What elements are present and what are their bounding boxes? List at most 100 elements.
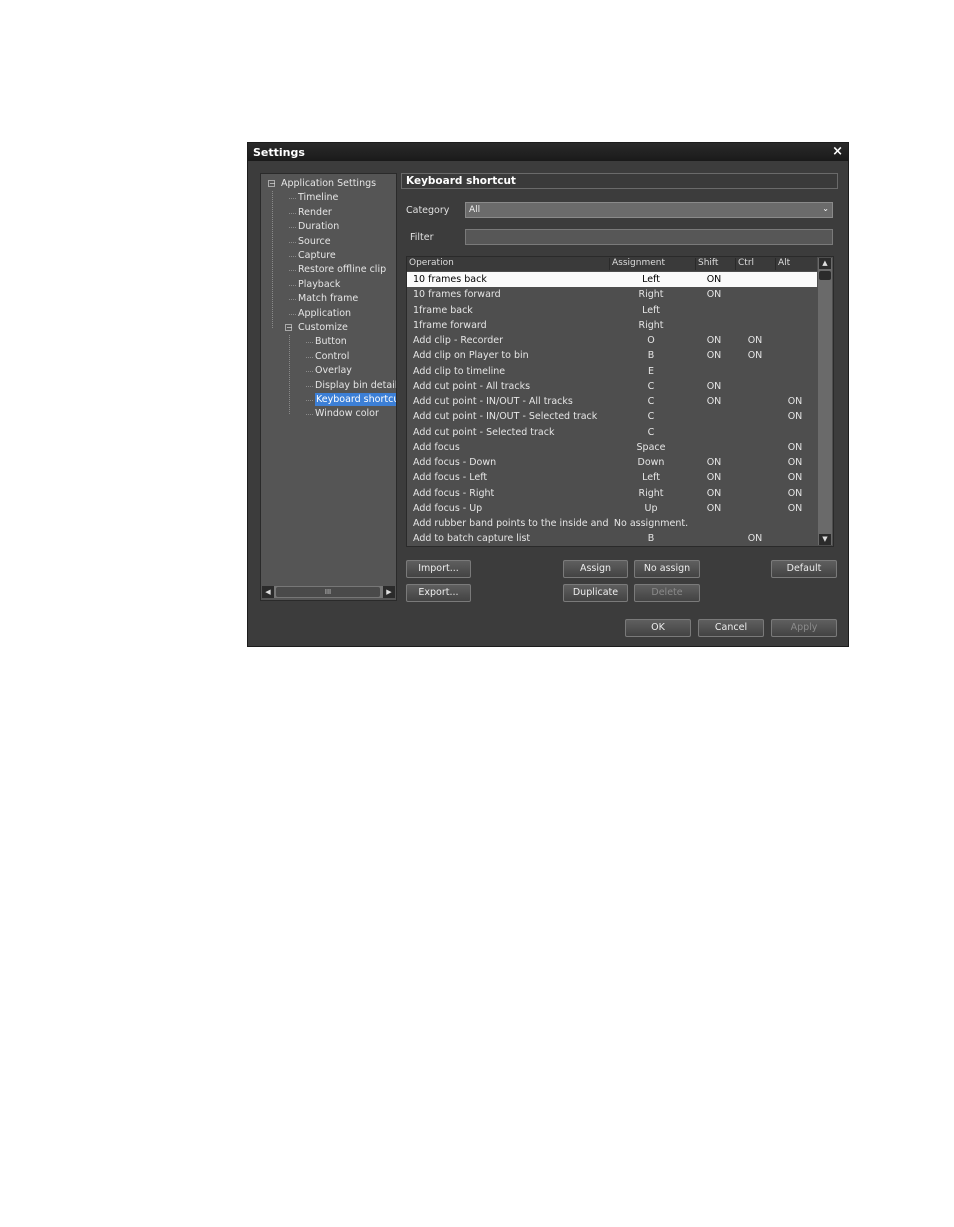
- tree-connector: [289, 198, 296, 200]
- category-select[interactable]: All ⌄: [465, 202, 833, 218]
- cell-alt: ON: [787, 457, 803, 468]
- column-header-operation[interactable]: Operation: [407, 258, 609, 270]
- delete-button[interactable]: Delete: [634, 584, 700, 602]
- cell-assignment: Right: [638, 487, 664, 499]
- section-title: Keyboard shortcut: [406, 175, 516, 187]
- import-button[interactable]: Import...: [406, 560, 471, 578]
- cell-assignment: C: [647, 396, 655, 407]
- cell-shift: ON: [706, 396, 722, 407]
- table-row[interactable]: 10 frames forward Right ON: [407, 287, 817, 302]
- no-assign-button[interactable]: No assign: [634, 560, 700, 578]
- table-row[interactable]: 10 frames back Left ON: [407, 272, 817, 287]
- tree-connector: [289, 241, 296, 243]
- close-icon[interactable]: ×: [832, 144, 843, 159]
- table-row[interactable]: Add clip to timeline E: [407, 364, 817, 379]
- cell-alt: ON: [787, 472, 803, 484]
- cell-ctrl: ON: [747, 350, 763, 362]
- cell-assignment: Right: [638, 289, 664, 301]
- cell-assignment: O: [647, 335, 655, 346]
- table-row[interactable]: Add cut point - IN/OUT - All tracks C ON ON: [407, 394, 817, 409]
- table-row[interactable]: Add cut point - All tracks C ON: [407, 379, 817, 394]
- column-header-alt[interactable]: Alt: [775, 258, 817, 270]
- tree-item[interactable]: Button: [315, 335, 347, 348]
- cell-operation: Add cut point - Selected track: [413, 426, 555, 438]
- tree-item[interactable]: Duration: [298, 220, 339, 233]
- tree-connector: [272, 191, 273, 328]
- cell-shift: ON: [706, 502, 722, 514]
- tree-item[interactable]: Application: [298, 307, 351, 320]
- cell-assignment: C: [647, 411, 655, 423]
- tree-connector: [289, 313, 296, 315]
- cell-assignment: C: [647, 426, 655, 438]
- table-row[interactable]: Add focus - Right Right ON ON: [407, 486, 817, 501]
- duplicate-button[interactable]: Duplicate: [563, 584, 628, 602]
- tree-item[interactable]: Control: [315, 350, 349, 363]
- tree-connector: [306, 356, 313, 358]
- column-header-ctrl[interactable]: Ctrl: [735, 258, 775, 270]
- table-row[interactable]: Add cut point - Selected track C: [407, 425, 817, 440]
- cell-assignment: Right: [638, 319, 664, 331]
- scroll-up-arrow-icon[interactable]: ▲: [819, 258, 831, 269]
- tree-item[interactable]: Window color: [315, 407, 379, 420]
- tree-connector: [289, 212, 296, 214]
- tree-item[interactable]: Render: [298, 206, 332, 219]
- tree-item[interactable]: Overlay: [315, 364, 352, 377]
- table-row[interactable]: 1frame forward Right: [407, 318, 817, 333]
- tree-item[interactable]: Match frame: [298, 292, 358, 305]
- cell-operation: 1frame back: [413, 304, 473, 316]
- scroll-left-arrow-icon[interactable]: ◀: [262, 586, 274, 598]
- scroll-thumb[interactable]: III: [276, 587, 380, 597]
- cell-operation: Add focus - Up: [413, 502, 483, 514]
- tree-item[interactable]: Timeline: [298, 191, 338, 204]
- table-row[interactable]: Add focus - Left Left ON ON: [407, 470, 817, 485]
- tree-connector: [289, 284, 296, 286]
- cell-shift: ON: [706, 380, 722, 392]
- dialog-title: Settings: [253, 146, 305, 159]
- tree-item[interactable]: Source: [298, 235, 331, 248]
- filter-input[interactable]: [465, 229, 833, 245]
- table-row[interactable]: Add rubber band points to the inside and…: [407, 516, 817, 531]
- scroll-right-arrow-icon[interactable]: ▶: [383, 586, 395, 598]
- cell-alt: ON: [787, 411, 803, 423]
- table-row[interactable]: Add clip on Player to bin B ON ON: [407, 348, 817, 363]
- tree-item[interactable]: Display bin details: [315, 379, 396, 392]
- settings-tree: Application Settings − Timeline Render Durat…: [260, 173, 397, 601]
- scroll-down-arrow-icon[interactable]: ▼: [819, 534, 831, 545]
- tree-horizontal-scrollbar[interactable]: ◀ III ▶: [262, 586, 395, 598]
- table-row[interactable]: Add clip - Recorder O ON ON: [407, 333, 817, 348]
- cell-operation: Add focus - Right: [413, 487, 495, 499]
- assign-button[interactable]: Assign: [563, 560, 628, 578]
- apply-button[interactable]: Apply: [771, 619, 837, 637]
- column-header-shift[interactable]: Shift: [695, 258, 735, 270]
- cell-shift: ON: [706, 289, 722, 301]
- column-header-assignment[interactable]: Assignment: [609, 258, 695, 270]
- export-button[interactable]: Export...: [406, 584, 471, 602]
- collapse-icon[interactable]: −: [268, 180, 276, 188]
- ok-button[interactable]: OK: [625, 619, 691, 637]
- table-row[interactable]: Add to batch capture list B ON: [407, 531, 817, 546]
- table-row[interactable]: Add cut point - IN/OUT - Selected track C…: [407, 409, 817, 424]
- tree-item[interactable]: Restore offline clip: [298, 263, 386, 276]
- tree-connector: [289, 227, 296, 229]
- grid-vertical-scrollbar[interactable]: ▲ ▼: [818, 258, 832, 545]
- cell-operation: Add focus - Left: [413, 472, 488, 484]
- table-row[interactable]: Add focus - Up Up ON ON: [407, 501, 817, 516]
- collapse-icon[interactable]: −: [285, 324, 293, 332]
- table-row[interactable]: 1frame back Left: [407, 303, 817, 318]
- tree-item[interactable]: Application Settings: [281, 177, 376, 190]
- tree-item[interactable]: Playback: [298, 278, 340, 291]
- scroll-thumb[interactable]: [819, 271, 831, 280]
- category-label: Category: [406, 205, 450, 216]
- default-button[interactable]: Default: [771, 560, 837, 578]
- tree-connector: [289, 335, 290, 415]
- tree-connector: [306, 414, 313, 416]
- tree-connector: [289, 256, 296, 257]
- table-row[interactable]: Add focus Space ON: [407, 440, 817, 455]
- tree-item[interactable]: Customize: [298, 321, 348, 334]
- cell-assignment: B: [647, 350, 655, 362]
- tree-item[interactable]: Capture: [298, 249, 336, 262]
- cell-assignment: Left: [642, 304, 660, 316]
- tree-item[interactable]: Keyboard shortcut: [315, 393, 396, 406]
- table-row[interactable]: Add focus - Down Down ON ON: [407, 455, 817, 470]
- cancel-button[interactable]: Cancel: [698, 619, 764, 637]
